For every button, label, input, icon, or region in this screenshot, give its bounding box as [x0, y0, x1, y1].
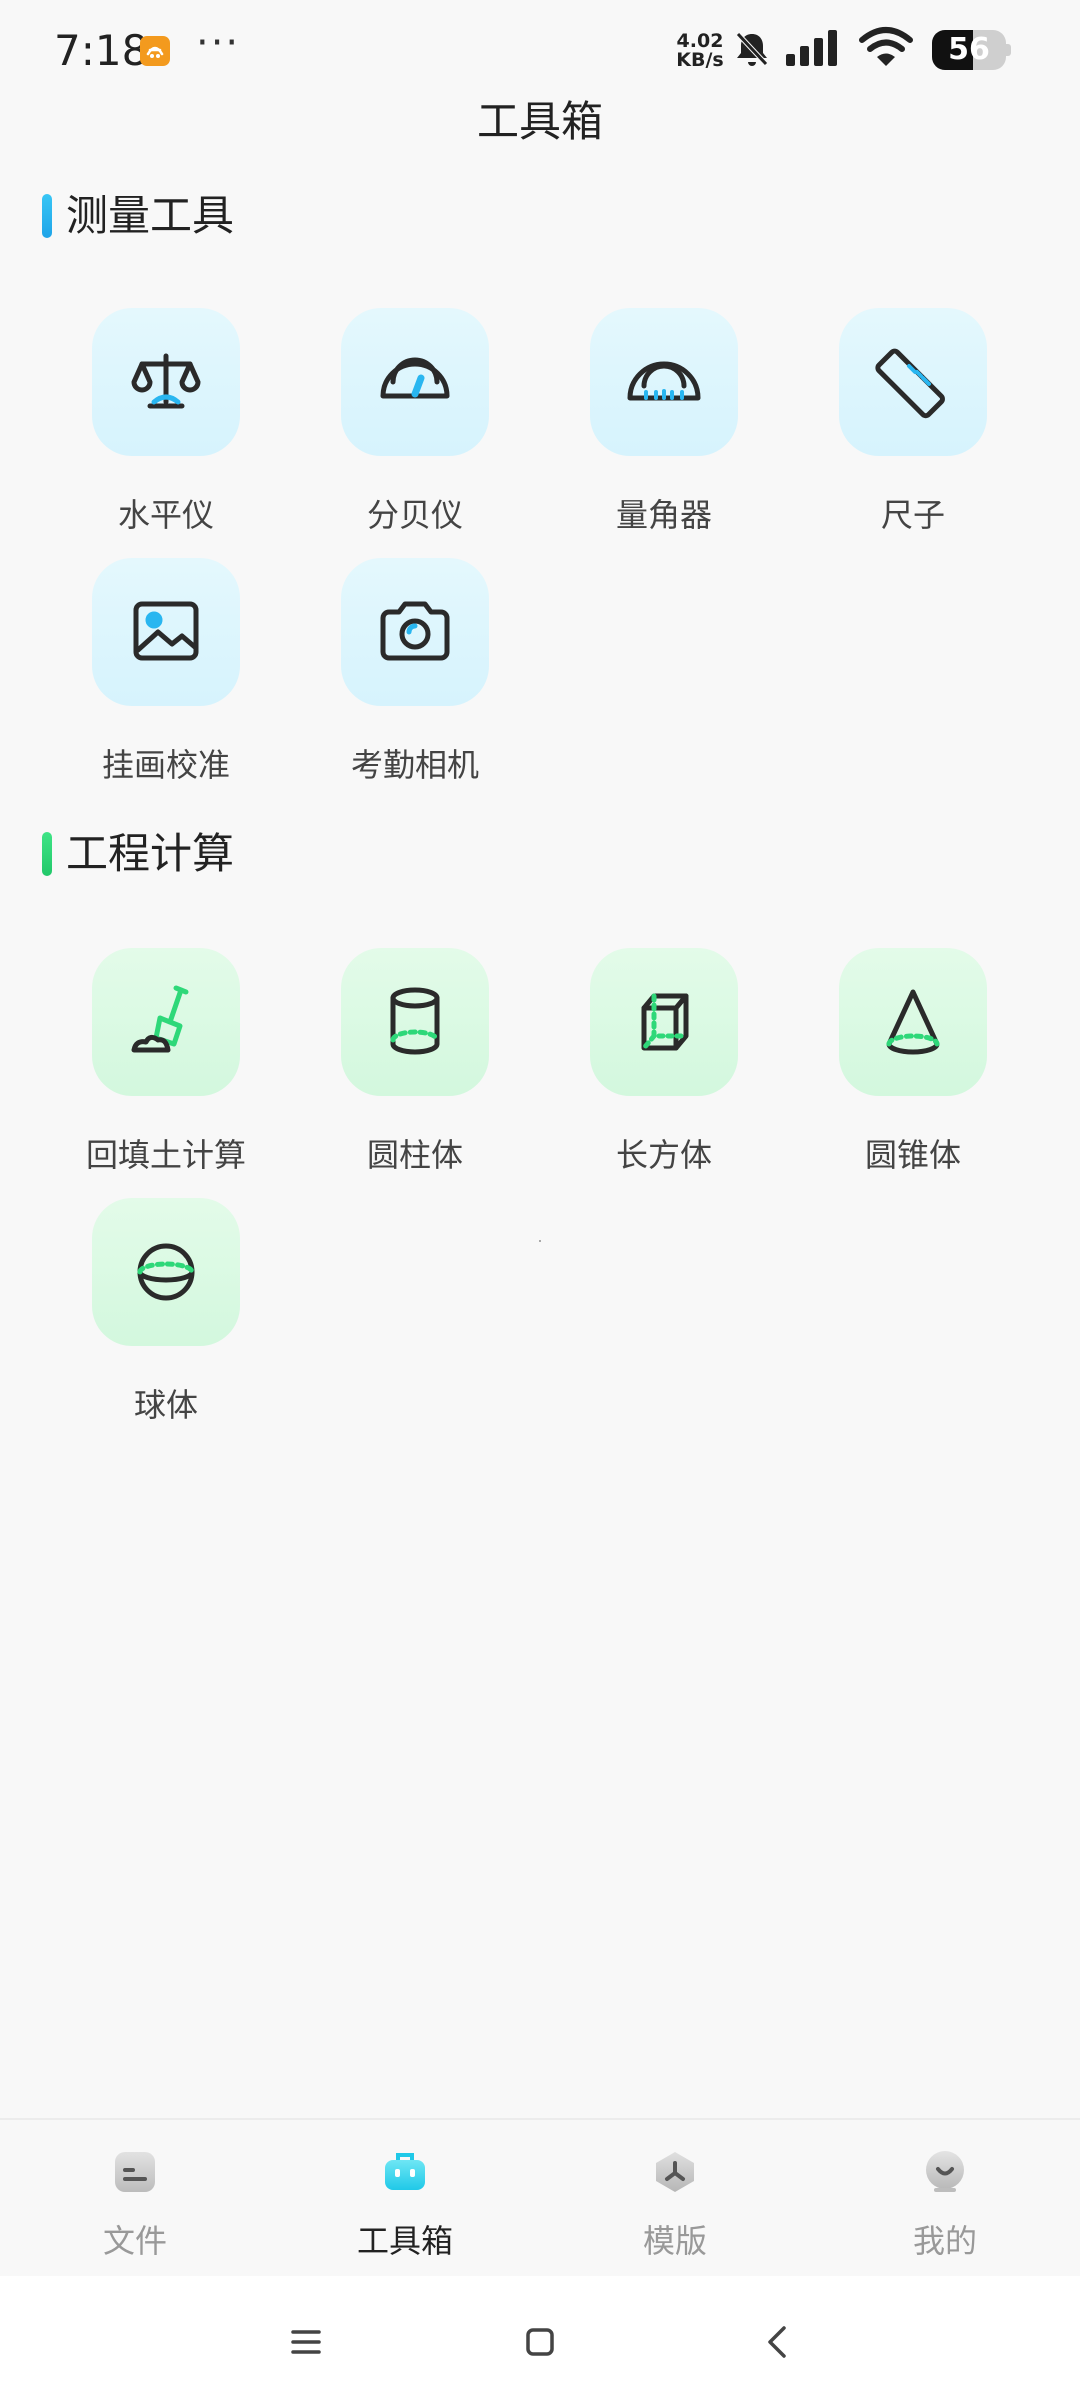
wifi-icon — [858, 26, 914, 74]
tool-cuboid[interactable]: 长方体 — [554, 948, 774, 1188]
nav-item-template[interactable]: 模版 — [540, 2120, 810, 2276]
cone-icon — [886, 989, 940, 1055]
tool-label: 圆柱体 — [366, 1136, 463, 1174]
status-time: 7:18 — [54, 26, 149, 75]
tool-cone[interactable]: 圆锥体 — [803, 948, 1023, 1188]
battery-icon: 56 — [932, 30, 1006, 70]
tool-sphere[interactable]: 球体 — [56, 1198, 276, 1438]
page-title: 工具箱 — [476, 97, 603, 146]
sphere-icon — [137, 1243, 195, 1301]
nav-item-file[interactable]: 文件 — [0, 2120, 270, 2276]
nav-item-toolbox[interactable]: 工具箱 — [270, 2120, 540, 2276]
tool-label: 量角器 — [615, 496, 712, 534]
section-accent-bar — [42, 832, 52, 876]
picture-icon — [133, 601, 199, 661]
app-notification-icon — [140, 36, 170, 66]
gauge-icon — [380, 357, 450, 399]
tool-label: 挂画校准 — [101, 746, 230, 784]
tool-decibel-meter[interactable]: 分贝仪 — [305, 308, 525, 548]
nav-label: 我的 — [912, 2222, 977, 2260]
back-icon[interactable] — [748, 2312, 808, 2372]
shovel-icon — [131, 985, 189, 1053]
tool-label: 尺子 — [880, 496, 945, 534]
profile-icon — [926, 2151, 964, 2192]
protractor-icon — [627, 361, 701, 401]
tool-tile — [341, 558, 489, 706]
tool-tile — [839, 308, 987, 456]
tool-protractor[interactable]: 量角器 — [554, 308, 774, 548]
template-icon — [656, 2152, 694, 2192]
system-nav-bar — [0, 2276, 1080, 2400]
section-title: 工程计算 — [66, 829, 235, 878]
tool-picture-calibration[interactable]: 挂画校准 — [56, 558, 276, 798]
nav-label: 模版 — [642, 2222, 707, 2260]
bottom-nav: 文件 工具箱 模版 我的 — [0, 2118, 1080, 2274]
tool-tile — [92, 558, 240, 706]
ruler-icon — [875, 348, 945, 419]
balance-icon — [131, 353, 201, 409]
tool-label: 水平仪 — [117, 496, 214, 534]
tool-backfill-calc[interactable]: 回填土计算 — [56, 948, 276, 1188]
file-icon — [115, 2152, 155, 2192]
status-bar: 7:18 ··· 4.02 KB/s 56 — [0, 0, 1080, 100]
tool-label: 长方体 — [615, 1136, 712, 1174]
stray-dot — [539, 1240, 541, 1242]
tool-label: 回填土计算 — [85, 1136, 246, 1174]
tool-ruler[interactable]: 尺子 — [803, 308, 1023, 548]
tool-label: 分贝仪 — [366, 496, 463, 534]
tool-tile — [590, 308, 738, 456]
tool-tile — [839, 948, 987, 1096]
toolbox-icon — [385, 2153, 425, 2190]
nav-label: 文件 — [102, 2222, 167, 2260]
signal-icon — [784, 26, 844, 74]
tool-tile — [341, 948, 489, 1096]
tool-label: 圆锥体 — [864, 1136, 961, 1174]
app-root: 7:18 ··· 4.02 KB/s 56 工具箱 测量工具 水平仪 分贝仪 量… — [0, 0, 1080, 2400]
camera-icon — [380, 601, 450, 661]
tool-tile — [92, 1198, 240, 1346]
battery-cap — [1006, 44, 1011, 56]
tool-level[interactable]: 水平仪 — [56, 308, 276, 548]
more-notifications-indicator: ··· — [196, 20, 241, 66]
tool-tile — [590, 948, 738, 1096]
network-speed: 4.02 KB/s — [672, 32, 728, 70]
network-speed-unit: KB/s — [676, 49, 724, 71]
tool-tile — [92, 308, 240, 456]
cylinder-icon — [390, 987, 440, 1055]
tool-cylinder[interactable]: 圆柱体 — [305, 948, 525, 1188]
nav-label: 工具箱 — [356, 2222, 453, 2260]
tool-label: 考勤相机 — [350, 746, 479, 784]
battery-level-text: 56 — [948, 32, 990, 67]
nav-item-profile[interactable]: 我的 — [810, 2120, 1080, 2276]
bell-off-icon — [730, 26, 774, 74]
section-title: 测量工具 — [66, 191, 235, 240]
menu-icon[interactable] — [276, 2312, 336, 2372]
tool-tile — [341, 308, 489, 456]
tool-tile — [92, 948, 240, 1096]
cuboid-icon — [641, 993, 689, 1051]
section-accent-bar — [42, 194, 52, 238]
tool-attendance-camera[interactable]: 考勤相机 — [305, 558, 525, 798]
home-icon[interactable] — [510, 2312, 570, 2372]
tool-label: 球体 — [133, 1386, 198, 1424]
